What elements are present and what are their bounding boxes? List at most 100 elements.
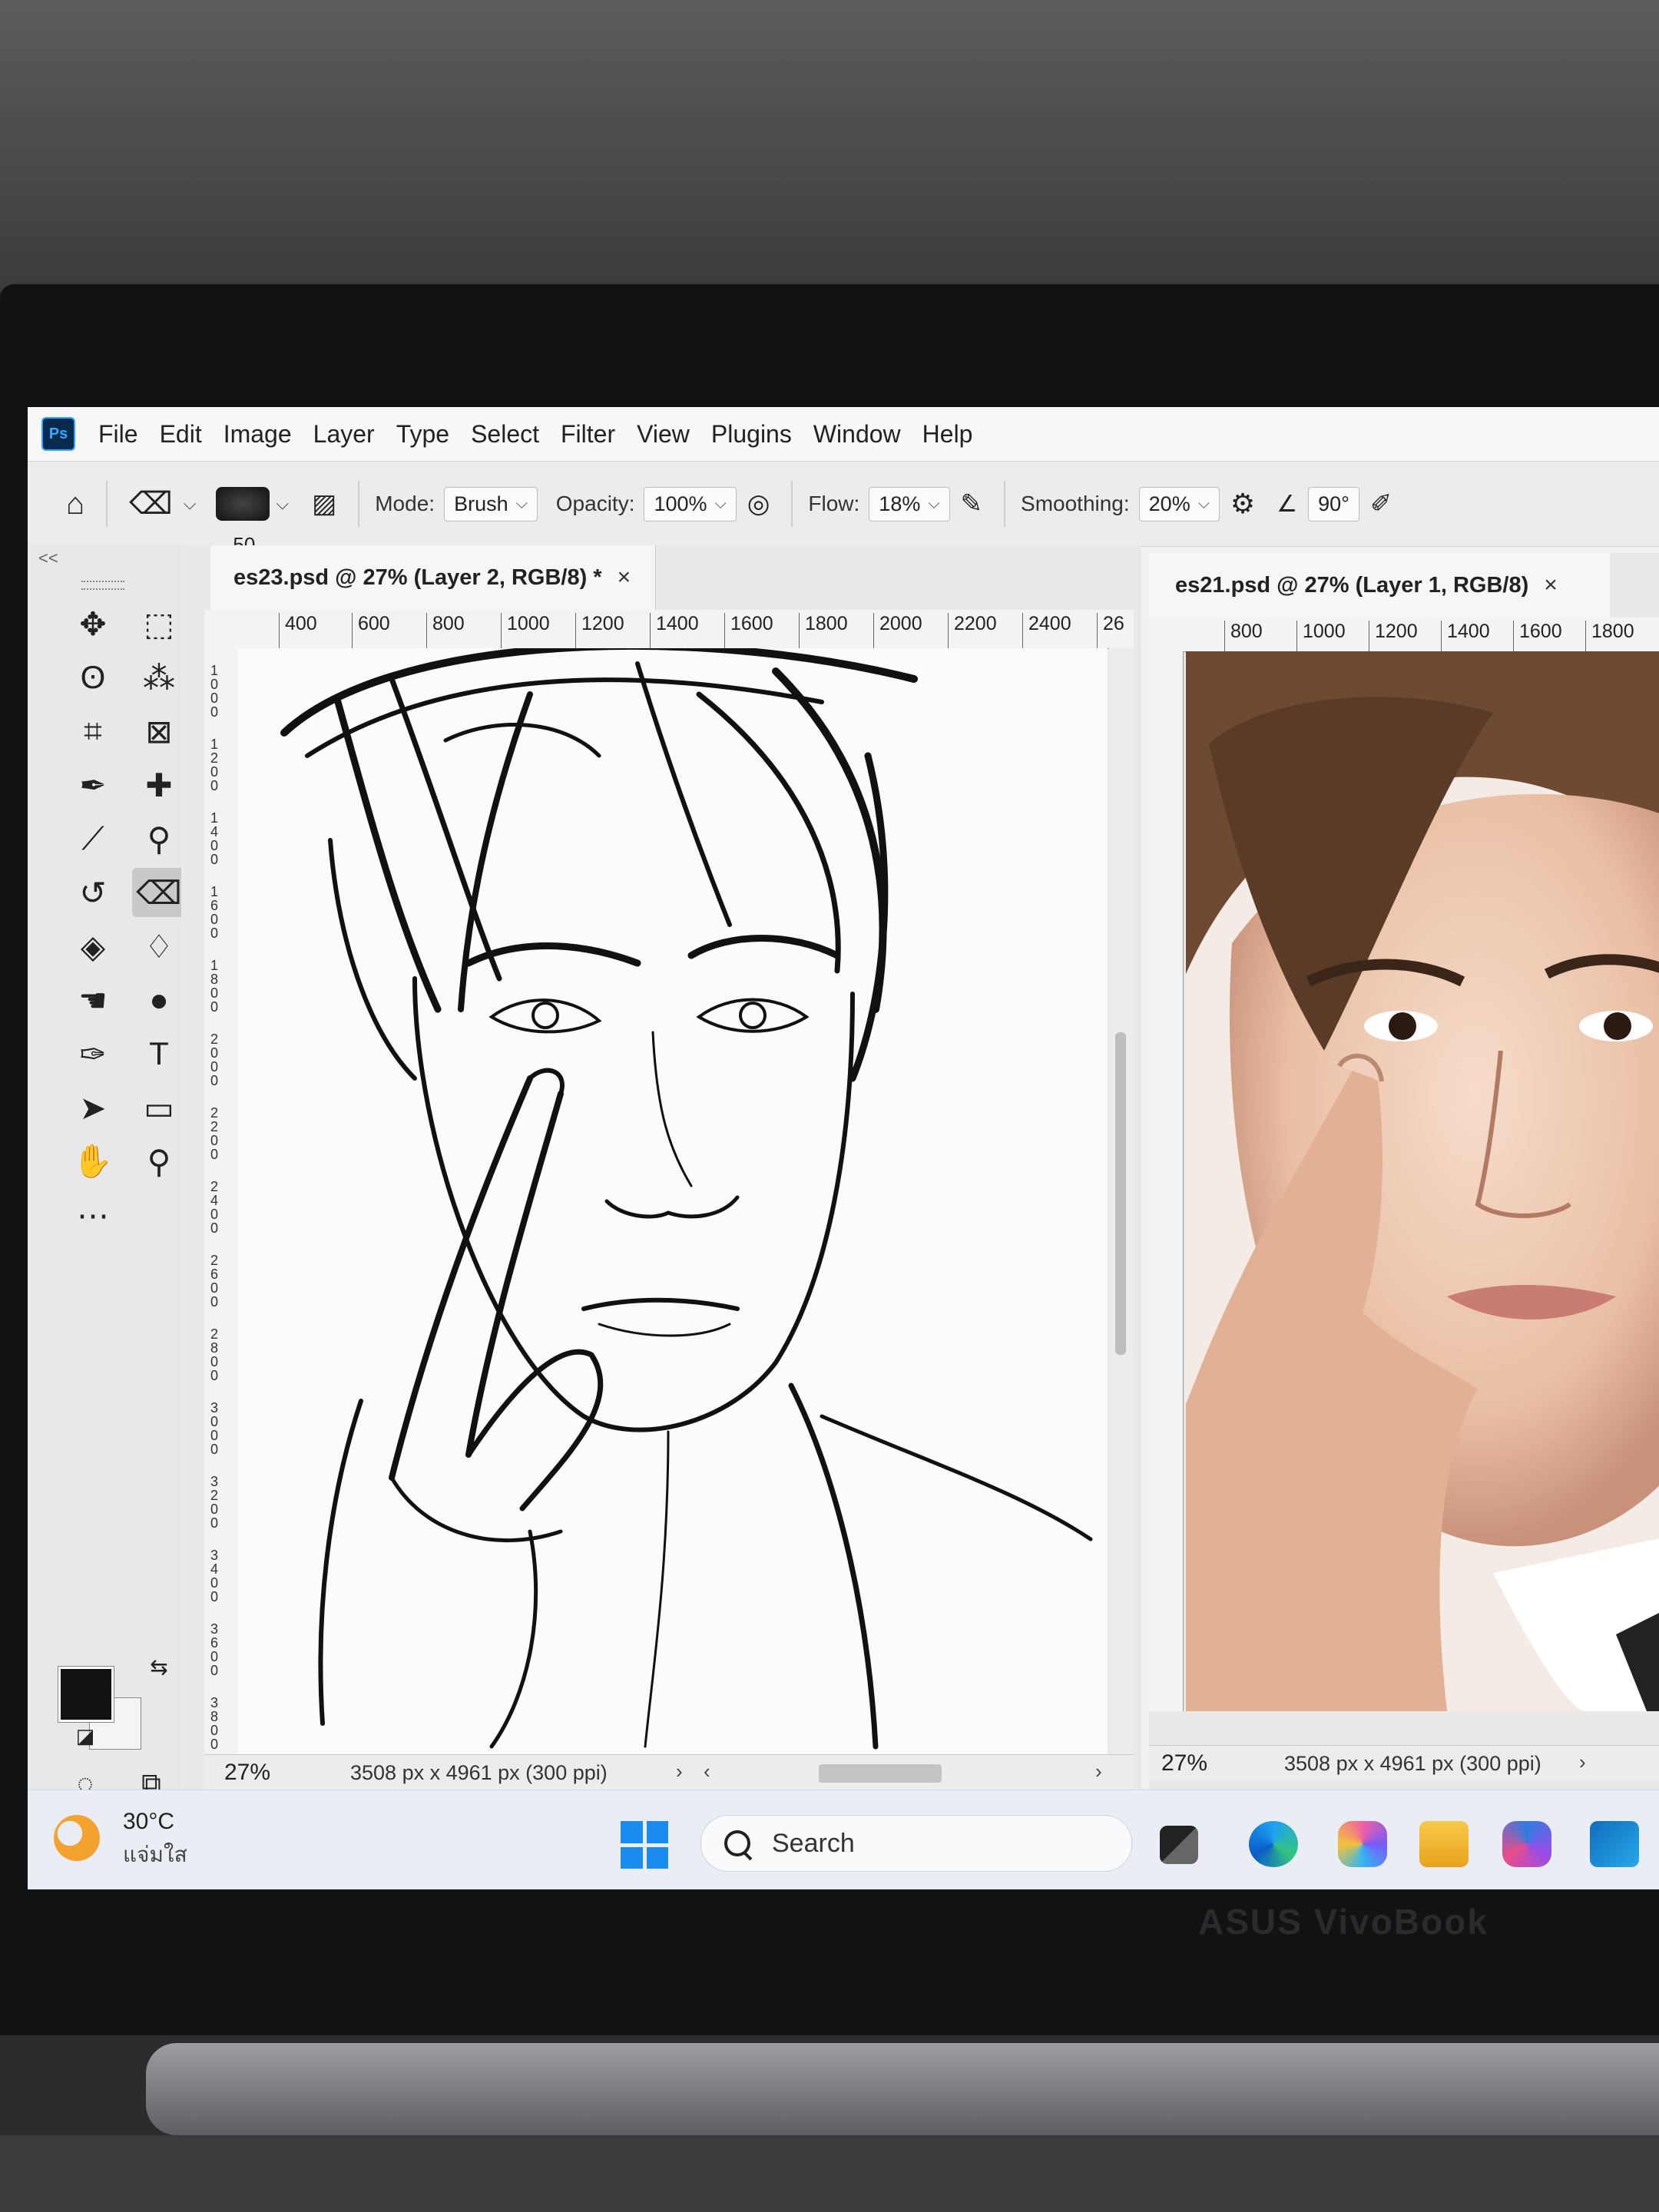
close-icon[interactable]: × bbox=[618, 565, 631, 591]
sketch-canvas[interactable] bbox=[238, 648, 1108, 1754]
menu-file[interactable]: File bbox=[98, 420, 138, 449]
scrollbar-thumb[interactable] bbox=[1115, 1032, 1126, 1355]
ruler-tick: 2200 bbox=[948, 613, 997, 648]
angle-field[interactable]: 90° bbox=[1308, 486, 1359, 522]
zoom-level[interactable]: 27% bbox=[224, 1760, 270, 1786]
chevron-down-icon[interactable]: ⌵ bbox=[276, 494, 289, 514]
ruler-tick: 1200 bbox=[210, 737, 219, 793]
type-icon[interactable]: T bbox=[132, 1029, 186, 1078]
photoshop-logo-icon: Ps bbox=[41, 417, 75, 451]
marquee-icon[interactable]: ⬚ bbox=[132, 599, 186, 648]
lasso-icon[interactable]: ʘ bbox=[66, 653, 120, 702]
pressure-size-icon[interactable]: ✐ bbox=[1370, 488, 1392, 519]
divider bbox=[791, 481, 793, 527]
flow-field[interactable]: 18% ⌵ bbox=[869, 486, 950, 522]
ruler-tick: 2200 bbox=[210, 1105, 219, 1162]
menu-plugins[interactable]: Plugins bbox=[711, 420, 792, 449]
crop-icon[interactable]: ⌗ bbox=[66, 707, 120, 756]
microsoft-365-icon[interactable] bbox=[1502, 1821, 1551, 1867]
move-icon[interactable]: ✥ bbox=[66, 599, 120, 648]
bucket-icon[interactable]: ◈ bbox=[66, 922, 120, 971]
default-colors-icon[interactable]: ◪ bbox=[58, 1720, 112, 1751]
airbrush-icon[interactable]: ✎ bbox=[961, 488, 983, 519]
reference-photo bbox=[1186, 651, 1659, 1711]
rectangle-icon[interactable]: ▭ bbox=[132, 1083, 186, 1132]
menu-help[interactable]: Help bbox=[922, 420, 973, 449]
ruler-tick: 2800 bbox=[210, 1326, 219, 1383]
windows-start-icon[interactable] bbox=[621, 1821, 668, 1869]
brush-icon[interactable]: ⟋ bbox=[66, 814, 120, 863]
eyedropper-icon[interactable]: ✒ bbox=[66, 760, 120, 810]
moon-icon[interactable] bbox=[54, 1815, 100, 1861]
healing-icon[interactable]: ✚ bbox=[132, 760, 186, 810]
collapse-panel-icon[interactable]: << bbox=[38, 548, 58, 568]
copilot-icon[interactable] bbox=[1338, 1821, 1387, 1867]
horizontal-ruler: 800 1000 1200 1400 1600 1800 bbox=[1149, 618, 1659, 656]
ruler-tick: 1800 bbox=[799, 613, 848, 648]
menu-window[interactable]: Window bbox=[813, 420, 901, 449]
brush-settings-icon[interactable]: ▨ bbox=[312, 488, 336, 519]
brush-preview[interactable]: 50 bbox=[216, 487, 270, 556]
blur-icon[interactable]: ♢ bbox=[132, 922, 186, 971]
menu-filter[interactable]: Filter bbox=[561, 420, 615, 449]
smoothing-field[interactable]: 20% ⌵ bbox=[1138, 486, 1220, 522]
magic-wand-icon[interactable]: ⁂ bbox=[132, 653, 186, 702]
document-size: 3508 px x 4961 px (300 ppi) bbox=[350, 1761, 608, 1784]
frame-icon[interactable]: ⊠ bbox=[132, 707, 186, 756]
chevron-right-icon[interactable]: › bbox=[1095, 1760, 1102, 1783]
chevron-left-icon[interactable]: ‹ bbox=[704, 1760, 710, 1783]
pressure-opacity-icon[interactable]: ◎ bbox=[747, 488, 770, 519]
gear-icon[interactable]: ⚙ bbox=[1230, 488, 1255, 520]
stamp-icon[interactable]: ⚲ bbox=[132, 814, 186, 863]
ruler-tick: 1600 bbox=[724, 613, 773, 648]
mode-select[interactable]: Brush ⌵ bbox=[444, 486, 538, 522]
menu-layer[interactable]: Layer bbox=[313, 420, 375, 449]
reference-canvas[interactable] bbox=[1186, 651, 1659, 1711]
outlook-icon[interactable] bbox=[1590, 1821, 1639, 1867]
smudge-icon[interactable]: ☚ bbox=[66, 975, 120, 1025]
ruler-tick: 26 bbox=[1097, 613, 1124, 648]
dodge-icon[interactable]: ● bbox=[132, 975, 186, 1025]
ruler-tick: 1400 bbox=[210, 810, 219, 867]
search-placeholder: Search bbox=[772, 1828, 855, 1858]
more-icon[interactable]: ⋯ bbox=[66, 1190, 120, 1240]
chevron-right-icon[interactable]: › bbox=[1579, 1750, 1586, 1774]
edge-browser-icon[interactable] bbox=[1249, 1821, 1298, 1867]
menu-view[interactable]: View bbox=[637, 420, 690, 449]
swap-colors-icon[interactable]: ⇆ bbox=[132, 1651, 186, 1682]
horizontal-scrollbar-thumb[interactable] bbox=[819, 1764, 942, 1783]
menu-image[interactable]: Image bbox=[224, 420, 292, 449]
vertical-scrollbar[interactable] bbox=[1109, 648, 1134, 1754]
chevron-down-icon[interactable]: ⌵ bbox=[184, 494, 197, 514]
task-view-icon[interactable] bbox=[1160, 1826, 1198, 1864]
weather-temperature[interactable]: 30°C bbox=[123, 1809, 174, 1835]
path-select-icon[interactable]: ➤ bbox=[66, 1083, 120, 1132]
document-tab-es21[interactable]: es21.psd @ 27% (Layer 1, RGB/8) × bbox=[1149, 553, 1610, 618]
eraser-preset-icon[interactable]: ⌫ bbox=[129, 486, 173, 522]
options-bar: ⌂ ⌫ ⌵ 50 ⌵ ▨ Mode: Brush ⌵ Opacity: 100%… bbox=[28, 461, 1659, 556]
chevron-right-icon[interactable]: › bbox=[676, 1760, 683, 1783]
ruler-tick: 2000 bbox=[210, 1031, 219, 1088]
pen-icon[interactable]: ✑ bbox=[66, 1029, 120, 1078]
zoom-level[interactable]: 27% bbox=[1161, 1750, 1207, 1777]
history-brush-icon[interactable]: ↺ bbox=[66, 868, 120, 917]
menu-select[interactable]: Select bbox=[471, 420, 539, 449]
document-size: 3508 px x 4961 px (300 ppi) bbox=[1284, 1752, 1541, 1775]
panel-grip[interactable] bbox=[81, 581, 124, 590]
foreground-color-swatch[interactable] bbox=[58, 1666, 114, 1723]
home-icon[interactable]: ⌂ bbox=[66, 487, 84, 522]
menu-type[interactable]: Type bbox=[396, 420, 449, 449]
laptop-hinge bbox=[146, 2043, 1659, 2135]
taskbar-search-box[interactable]: Search bbox=[700, 1815, 1132, 1872]
close-icon[interactable]: × bbox=[1544, 572, 1558, 598]
opacity-field[interactable]: 100% ⌵ bbox=[644, 486, 737, 522]
chevron-down-icon: ⌵ bbox=[714, 495, 727, 512]
document-tab-es23[interactable]: es23.psd @ 27% (Layer 2, RGB/8) * × bbox=[210, 545, 656, 610]
eraser-icon[interactable]: ⌫ bbox=[132, 868, 186, 917]
opacity-value: 100% bbox=[654, 492, 707, 515]
menu-edit[interactable]: Edit bbox=[160, 420, 202, 449]
file-explorer-icon[interactable] bbox=[1419, 1821, 1469, 1867]
zoom-icon[interactable]: ⚲ bbox=[132, 1137, 186, 1186]
weather-condition[interactable]: แจ่มใส bbox=[123, 1838, 187, 1872]
hand-icon[interactable]: ✋ bbox=[66, 1137, 120, 1186]
